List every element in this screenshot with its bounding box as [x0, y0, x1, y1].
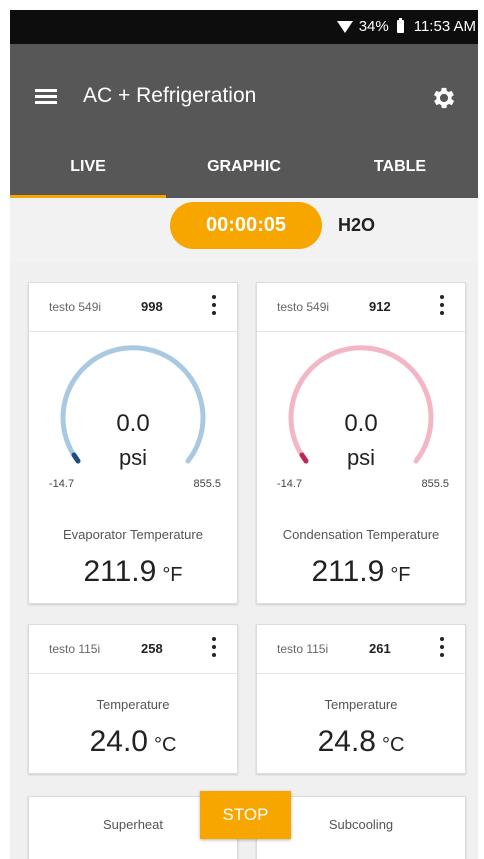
- tab-table[interactable]: TABLE: [322, 158, 478, 176]
- value-number: 24.0: [89, 725, 148, 758]
- tab-live[interactable]: LIVE: [10, 158, 166, 176]
- device-serial: 912: [369, 299, 391, 314]
- measurement-timer[interactable]: 00:00:05: [170, 202, 322, 249]
- phone-screen: 34% 11:53 AM AC + Refrigeration LIVE GRA…: [10, 10, 478, 859]
- gauge-card-evaporator[interactable]: testo 549i 998 0.0 psi -14.7 855.5 Evapo…: [28, 282, 238, 604]
- more-vert-icon[interactable]: [211, 637, 217, 661]
- value-unit: °F: [162, 564, 183, 586]
- measurement-value: 24.8 °C: [257, 725, 465, 759]
- temperature-card-258[interactable]: testo 115i 258 Temperature 24.0 °C: [28, 624, 238, 774]
- gauge-min: -14.7: [277, 478, 303, 490]
- gauge-max: 855.5: [421, 478, 449, 490]
- gauge-value: 0.0: [116, 410, 150, 437]
- gauge-value: 0.0: [344, 410, 378, 437]
- medium-label: H2O: [338, 215, 376, 235]
- menu-icon[interactable]: [35, 89, 57, 105]
- value-number: 211.9: [83, 555, 157, 588]
- gauge-max: 855.5: [193, 478, 221, 490]
- value-unit: °F: [390, 564, 411, 586]
- app-title: AC + Refrigeration: [83, 84, 257, 107]
- measurement-value: 211.9 °F: [29, 555, 237, 589]
- more-vert-icon[interactable]: [439, 637, 445, 661]
- device-serial: 261: [369, 641, 391, 656]
- card-header: testo 115i 261: [257, 625, 465, 674]
- measurement-name: Temperature: [324, 697, 398, 712]
- value-unit: °C: [381, 734, 405, 756]
- gauge-min: -14.7: [49, 478, 75, 490]
- stop-button[interactable]: STOP: [200, 791, 291, 839]
- card-header: testo 549i 912: [257, 283, 465, 332]
- gauge-unit: psi: [118, 445, 148, 470]
- measurement-value: 211.9 °F: [257, 555, 465, 589]
- more-vert-icon[interactable]: [211, 295, 217, 319]
- app-bar: AC + Refrigeration LIVE GRAPHIC TABLE: [10, 44, 478, 198]
- battery-percent: 34%: [358, 18, 389, 35]
- more-vert-icon[interactable]: [439, 295, 445, 319]
- card-header: testo 115i 258: [29, 625, 237, 674]
- status-bar: 34% 11:53 AM: [10, 10, 478, 44]
- device-serial: 998: [141, 299, 163, 314]
- device-name: testo 115i: [49, 642, 101, 656]
- live-panel: testo 549i 998 0.0 psi -14.7 855.5 Evapo…: [10, 262, 478, 859]
- measurement-value: 24.0 °C: [29, 725, 237, 759]
- tab-graphic[interactable]: GRAPHIC: [166, 158, 322, 176]
- clock: 11:53 AM: [413, 18, 476, 35]
- gauge-unit: psi: [346, 445, 376, 470]
- device-name: testo 549i: [277, 300, 330, 314]
- gauge-arc: [60, 345, 206, 464]
- measurement-name: Temperature: [96, 697, 170, 712]
- device-name: testo 549i: [49, 300, 102, 314]
- card-header: testo 549i 998: [29, 283, 237, 332]
- wifi-icon: [336, 20, 353, 33]
- temperature-card-261[interactable]: testo 115i 261 Temperature 24.8 °C: [256, 624, 466, 774]
- measurement-name: Evaporator Temperature: [63, 527, 203, 542]
- device-serial: 258: [141, 641, 163, 656]
- settings-gear-icon[interactable]: [430, 84, 458, 112]
- value-number: 211.9: [311, 555, 385, 588]
- gauge-arc: [288, 345, 434, 464]
- battery-icon: [396, 18, 404, 33]
- device-name: testo 115i: [277, 642, 329, 656]
- measurement-name: Condensation Temperature: [282, 527, 440, 542]
- gauge-card-condensation[interactable]: testo 549i 912 0.0 psi -14.7 855.5 Conde…: [256, 282, 466, 604]
- value-number: 24.8: [317, 725, 376, 758]
- active-tab-indicator: [10, 195, 166, 198]
- value-unit: °C: [153, 734, 177, 756]
